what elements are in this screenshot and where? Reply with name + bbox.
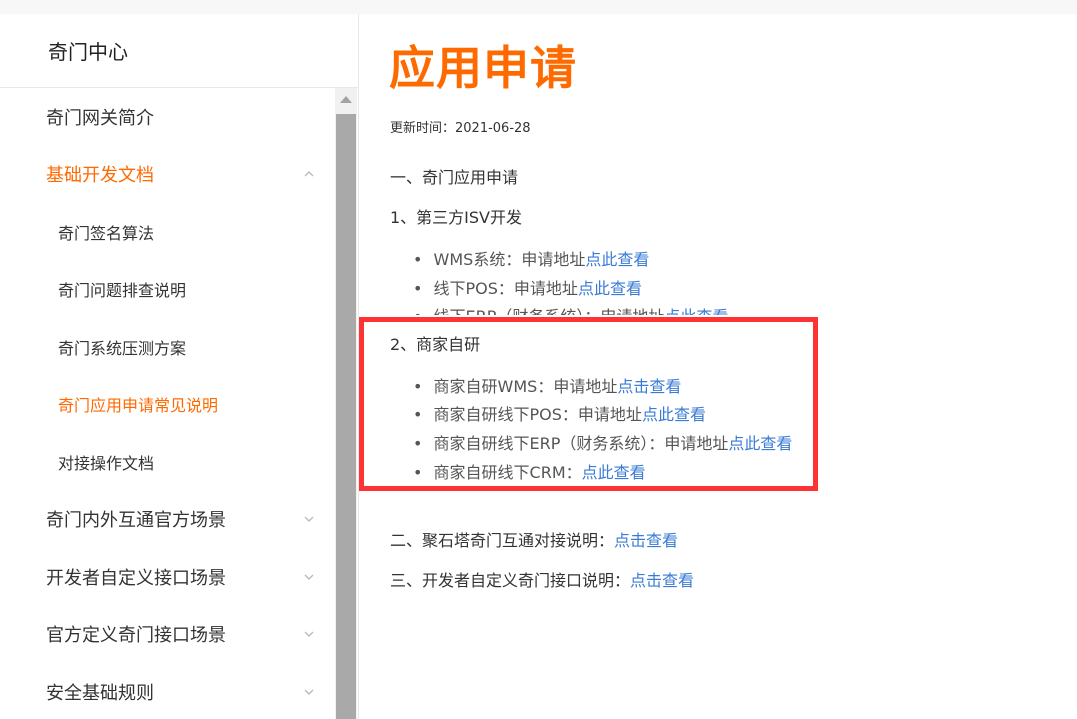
scroll-up-arrow-icon[interactable] bbox=[340, 96, 352, 103]
sidebar-title: 奇门中心 bbox=[48, 40, 128, 64]
updated-time: 更新时间：2021-06-28 bbox=[390, 121, 531, 136]
sidebar-item-label: 奇门签名算法 bbox=[58, 223, 155, 243]
view-link[interactable]: 点击查看 bbox=[617, 377, 681, 396]
list-item: 线下ERP（财务系统）：申请地址点此查看 bbox=[413, 303, 729, 315]
sidebar-item-label: 官方定义奇门接口场景 bbox=[46, 625, 226, 647]
sidebar: 奇门中心 奇门网关简介 基础开发文档 奇门签名算法 奇门问题排查说明 奇门系统压… bbox=[0, 14, 359, 719]
sidebar-item-basic-dev-docs[interactable]: 基础开发文档 bbox=[0, 146, 335, 204]
chevron-down-icon bbox=[304, 631, 314, 638]
list-item: 商家自研WMS：申请地址点击查看 bbox=[413, 373, 682, 397]
sidebar-item-label: 奇门网关简介 bbox=[46, 107, 154, 129]
sidebar-header: 奇门中心 bbox=[0, 14, 358, 88]
sidebar-item-troubleshooting[interactable]: 奇门问题排查说明 bbox=[0, 261, 335, 319]
section1-heading: 一、奇门应用申请 bbox=[390, 168, 519, 187]
section2-line: 二、聚石塔奇门互通对接说明：点击查看 bbox=[390, 527, 678, 551]
chevron-up-icon bbox=[304, 171, 314, 177]
chevron-down-icon bbox=[304, 574, 314, 580]
sidebar-item-label: 奇门问题排查说明 bbox=[58, 281, 187, 301]
section2-text: 二、聚石塔奇门互通对接说明： bbox=[390, 531, 615, 550]
view-link[interactable]: 点此查看 bbox=[664, 307, 728, 315]
isv-heading: 1、第三方ISV开发 bbox=[390, 208, 523, 227]
list-item: 商家自研线下ERP（财务系统）：申请地址点此查看 bbox=[413, 430, 793, 454]
view-link[interactable]: 点此查看 bbox=[578, 279, 642, 298]
sidebar-item-integration-docs[interactable]: 对接操作文档 bbox=[0, 433, 335, 491]
view-link[interactable]: 点此查看 bbox=[642, 405, 706, 424]
section2-link[interactable]: 点击查看 bbox=[614, 531, 678, 550]
view-link[interactable]: 点此查看 bbox=[582, 463, 646, 482]
list-item: 线下POS：申请地址点此查看 bbox=[413, 275, 642, 299]
isv-item-text: 线下POS：申请地址 bbox=[433, 279, 578, 298]
sidebar-item-app-application-faq[interactable]: 奇门应用申请常见说明 bbox=[0, 376, 335, 434]
sidebar-item-official-interface[interactable]: 官方定义奇门接口场景 bbox=[0, 606, 335, 664]
merchant-heading: 2、商家自研 bbox=[390, 335, 481, 354]
sidebar-item-official-scenarios[interactable]: 奇门内外互通官方场景 bbox=[0, 491, 335, 549]
top-strip bbox=[0, 0, 1077, 14]
merchant-item-text: 商家自研WMS：申请地址 bbox=[433, 377, 618, 396]
sidebar-item-label: 奇门内外互通官方场景 bbox=[46, 510, 226, 532]
merchant-item-text: 商家自研线下POS：申请地址 bbox=[433, 405, 642, 424]
merchant-item-text: 商家自研线下CRM： bbox=[433, 463, 582, 482]
section3-link[interactable]: 点击查看 bbox=[630, 571, 694, 590]
sidebar-item-label: 基础开发文档 bbox=[46, 165, 154, 187]
merchant-item-text: 商家自研线下ERP（财务系统）：申请地址 bbox=[433, 434, 729, 453]
sidebar-item-signature-algorithm[interactable]: 奇门签名算法 bbox=[0, 203, 335, 261]
sidebar-item-label: 奇门系统压测方案 bbox=[58, 338, 187, 358]
sidebar-item-label: 安全基础规则 bbox=[46, 682, 154, 704]
sidebar-item-custom-interface[interactable]: 开发者自定义接口场景 bbox=[0, 548, 335, 606]
section3-line: 三、开发者自定义奇门接口说明：点击查看 bbox=[390, 567, 694, 591]
chevron-down-icon bbox=[304, 689, 314, 695]
sidebar-item-label: 开发者自定义接口场景 bbox=[46, 567, 226, 589]
sidebar-nav: 奇门网关简介 基础开发文档 奇门签名算法 奇门问题排查说明 奇门系统压测方案 奇… bbox=[0, 88, 335, 719]
section3-text: 三、开发者自定义奇门接口说明： bbox=[390, 571, 631, 590]
view-link[interactable]: 点此查看 bbox=[585, 250, 649, 269]
main-content: 应用申请 更新时间：2021-06-28 一、奇门应用申请 1、第三方ISV开发… bbox=[359, 14, 1077, 719]
list-item: WMS系统：申请地址点此查看 bbox=[413, 246, 650, 270]
sidebar-item-label: 奇门应用申请常见说明 bbox=[58, 396, 219, 416]
isv-item-text: WMS系统：申请地址 bbox=[433, 250, 586, 269]
list-item: 商家自研线下CRM：点此查看 bbox=[413, 459, 646, 483]
sidebar-item-stress-test[interactable]: 奇门系统压测方案 bbox=[0, 318, 335, 376]
sidebar-item-qimen-gateway-intro[interactable]: 奇门网关简介 bbox=[0, 88, 335, 146]
sidebar-item-security-rules[interactable]: 安全基础规则 bbox=[0, 663, 335, 719]
scrollbar-thumb[interactable] bbox=[336, 114, 356, 719]
chevron-down-icon bbox=[304, 516, 314, 523]
sidebar-item-label: 对接操作文档 bbox=[58, 453, 155, 473]
page-title: 应用申请 bbox=[389, 41, 577, 95]
isv-item-text: 线下ERP（财务系统）：申请地址 bbox=[434, 307, 665, 315]
list-item: 商家自研线下POS：申请地址点此查看 bbox=[413, 401, 706, 425]
sidebar-scrollbar[interactable] bbox=[335, 88, 357, 719]
view-link[interactable]: 点此查看 bbox=[728, 434, 792, 453]
